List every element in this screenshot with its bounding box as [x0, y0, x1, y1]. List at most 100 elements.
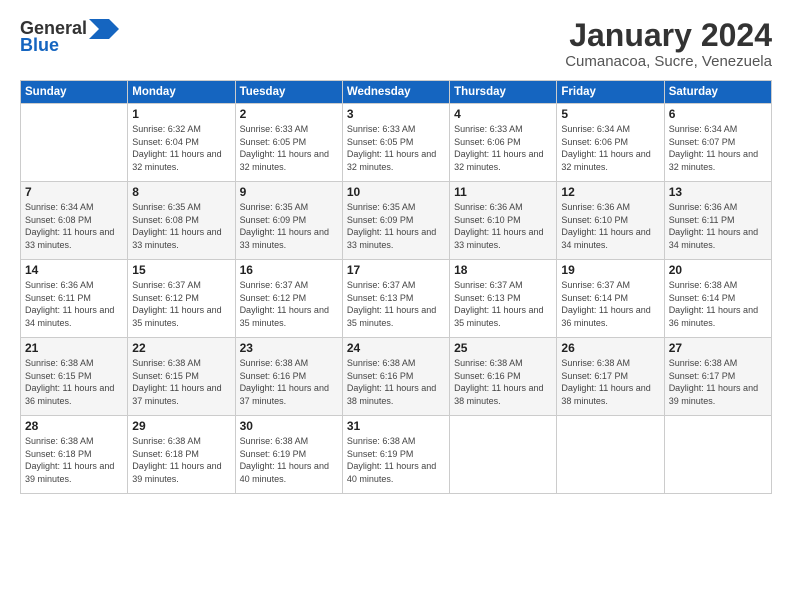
day-detail: Sunrise: 6:36 AM Sunset: 6:10 PM Dayligh…	[454, 201, 552, 251]
calendar-week-row: 14 Sunrise: 6:36 AM Sunset: 6:11 PM Dayl…	[21, 260, 772, 338]
sunset-text: Sunset: 6:17 PM	[669, 371, 736, 381]
daylight-text: Daylight: 11 hours and 35 minutes.	[132, 305, 221, 328]
sunrise-text: Sunrise: 6:37 AM	[132, 280, 201, 290]
table-row: 22 Sunrise: 6:38 AM Sunset: 6:15 PM Dayl…	[128, 338, 235, 416]
sunrise-text: Sunrise: 6:33 AM	[454, 124, 523, 134]
sunrise-text: Sunrise: 6:37 AM	[240, 280, 309, 290]
logo: General Blue	[20, 18, 119, 56]
table-row	[664, 416, 771, 494]
table-row	[557, 416, 664, 494]
day-number: 20	[669, 263, 767, 277]
day-detail: Sunrise: 6:38 AM Sunset: 6:15 PM Dayligh…	[132, 357, 230, 407]
day-number: 7	[25, 185, 123, 199]
table-row: 10 Sunrise: 6:35 AM Sunset: 6:09 PM Dayl…	[342, 182, 449, 260]
sunrise-text: Sunrise: 6:33 AM	[240, 124, 309, 134]
header-friday: Friday	[557, 81, 664, 104]
day-number: 13	[669, 185, 767, 199]
day-detail: Sunrise: 6:35 AM Sunset: 6:08 PM Dayligh…	[132, 201, 230, 251]
table-row: 30 Sunrise: 6:38 AM Sunset: 6:19 PM Dayl…	[235, 416, 342, 494]
sunrise-text: Sunrise: 6:38 AM	[132, 436, 201, 446]
sunrise-text: Sunrise: 6:32 AM	[132, 124, 201, 134]
table-row: 7 Sunrise: 6:34 AM Sunset: 6:08 PM Dayli…	[21, 182, 128, 260]
daylight-text: Daylight: 11 hours and 34 minutes.	[25, 305, 114, 328]
daylight-text: Daylight: 11 hours and 34 minutes.	[669, 227, 758, 250]
daylight-text: Daylight: 11 hours and 35 minutes.	[240, 305, 329, 328]
day-number: 15	[132, 263, 230, 277]
day-number: 4	[454, 107, 552, 121]
daylight-text: Daylight: 11 hours and 35 minutes.	[347, 305, 436, 328]
day-number: 11	[454, 185, 552, 199]
sunset-text: Sunset: 6:06 PM	[561, 137, 628, 147]
sunset-text: Sunset: 6:11 PM	[669, 215, 735, 225]
day-number: 5	[561, 107, 659, 121]
sunrise-text: Sunrise: 6:36 AM	[454, 202, 523, 212]
day-detail: Sunrise: 6:38 AM Sunset: 6:18 PM Dayligh…	[25, 435, 123, 485]
daylight-text: Daylight: 11 hours and 32 minutes.	[347, 149, 436, 172]
day-detail: Sunrise: 6:37 AM Sunset: 6:12 PM Dayligh…	[132, 279, 230, 329]
sunrise-text: Sunrise: 6:38 AM	[25, 358, 94, 368]
sunrise-text: Sunrise: 6:38 AM	[561, 358, 630, 368]
sunset-text: Sunset: 6:14 PM	[561, 293, 628, 303]
table-row: 1 Sunrise: 6:32 AM Sunset: 6:04 PM Dayli…	[128, 104, 235, 182]
sunset-text: Sunset: 6:05 PM	[347, 137, 414, 147]
sunrise-text: Sunrise: 6:36 AM	[669, 202, 738, 212]
day-detail: Sunrise: 6:34 AM Sunset: 6:06 PM Dayligh…	[561, 123, 659, 173]
day-detail: Sunrise: 6:38 AM Sunset: 6:16 PM Dayligh…	[454, 357, 552, 407]
sunset-text: Sunset: 6:13 PM	[454, 293, 521, 303]
table-row: 15 Sunrise: 6:37 AM Sunset: 6:12 PM Dayl…	[128, 260, 235, 338]
day-detail: Sunrise: 6:36 AM Sunset: 6:11 PM Dayligh…	[25, 279, 123, 329]
sunset-text: Sunset: 6:15 PM	[132, 371, 199, 381]
sunset-text: Sunset: 6:12 PM	[132, 293, 199, 303]
table-row: 9 Sunrise: 6:35 AM Sunset: 6:09 PM Dayli…	[235, 182, 342, 260]
day-detail: Sunrise: 6:37 AM Sunset: 6:13 PM Dayligh…	[347, 279, 445, 329]
sunrise-text: Sunrise: 6:38 AM	[240, 358, 309, 368]
table-row: 14 Sunrise: 6:36 AM Sunset: 6:11 PM Dayl…	[21, 260, 128, 338]
sunrise-text: Sunrise: 6:38 AM	[240, 436, 309, 446]
day-number: 30	[240, 419, 338, 433]
sunset-text: Sunset: 6:08 PM	[25, 215, 92, 225]
calendar-table: Sunday Monday Tuesday Wednesday Thursday…	[20, 80, 772, 494]
sunrise-text: Sunrise: 6:37 AM	[561, 280, 630, 290]
table-row: 19 Sunrise: 6:37 AM Sunset: 6:14 PM Dayl…	[557, 260, 664, 338]
calendar-week-row: 7 Sunrise: 6:34 AM Sunset: 6:08 PM Dayli…	[21, 182, 772, 260]
sunrise-text: Sunrise: 6:34 AM	[561, 124, 630, 134]
daylight-text: Daylight: 11 hours and 32 minutes.	[240, 149, 329, 172]
sunset-text: Sunset: 6:18 PM	[25, 449, 92, 459]
sunrise-text: Sunrise: 6:35 AM	[347, 202, 416, 212]
daylight-text: Daylight: 11 hours and 39 minutes.	[25, 461, 114, 484]
sunset-text: Sunset: 6:09 PM	[240, 215, 307, 225]
calendar-week-row: 21 Sunrise: 6:38 AM Sunset: 6:15 PM Dayl…	[21, 338, 772, 416]
sunrise-text: Sunrise: 6:37 AM	[347, 280, 416, 290]
header: General Blue January 2024 Cumanacoa, Suc…	[20, 18, 772, 70]
daylight-text: Daylight: 11 hours and 40 minutes.	[240, 461, 329, 484]
sunset-text: Sunset: 6:16 PM	[454, 371, 521, 381]
day-detail: Sunrise: 6:33 AM Sunset: 6:05 PM Dayligh…	[347, 123, 445, 173]
table-row: 25 Sunrise: 6:38 AM Sunset: 6:16 PM Dayl…	[450, 338, 557, 416]
daylight-text: Daylight: 11 hours and 38 minutes.	[347, 383, 436, 406]
day-number: 21	[25, 341, 123, 355]
daylight-text: Daylight: 11 hours and 36 minutes.	[669, 305, 758, 328]
sunrise-text: Sunrise: 6:33 AM	[347, 124, 416, 134]
day-number: 23	[240, 341, 338, 355]
sunrise-text: Sunrise: 6:38 AM	[132, 358, 201, 368]
table-row: 23 Sunrise: 6:38 AM Sunset: 6:16 PM Dayl…	[235, 338, 342, 416]
day-number: 6	[669, 107, 767, 121]
calendar-week-row: 1 Sunrise: 6:32 AM Sunset: 6:04 PM Dayli…	[21, 104, 772, 182]
sunrise-text: Sunrise: 6:38 AM	[454, 358, 523, 368]
logo-arrow-icon	[89, 19, 119, 39]
header-monday: Monday	[128, 81, 235, 104]
day-detail: Sunrise: 6:38 AM Sunset: 6:16 PM Dayligh…	[240, 357, 338, 407]
sunset-text: Sunset: 6:19 PM	[240, 449, 307, 459]
day-detail: Sunrise: 6:36 AM Sunset: 6:10 PM Dayligh…	[561, 201, 659, 251]
day-number: 22	[132, 341, 230, 355]
header-tuesday: Tuesday	[235, 81, 342, 104]
table-row: 28 Sunrise: 6:38 AM Sunset: 6:18 PM Dayl…	[21, 416, 128, 494]
day-number: 14	[25, 263, 123, 277]
table-row: 5 Sunrise: 6:34 AM Sunset: 6:06 PM Dayli…	[557, 104, 664, 182]
calendar-week-row: 28 Sunrise: 6:38 AM Sunset: 6:18 PM Dayl…	[21, 416, 772, 494]
daylight-text: Daylight: 11 hours and 33 minutes.	[347, 227, 436, 250]
sunset-text: Sunset: 6:18 PM	[132, 449, 199, 459]
daylight-text: Daylight: 11 hours and 32 minutes.	[132, 149, 221, 172]
table-row: 26 Sunrise: 6:38 AM Sunset: 6:17 PM Dayl…	[557, 338, 664, 416]
day-detail: Sunrise: 6:38 AM Sunset: 6:18 PM Dayligh…	[132, 435, 230, 485]
